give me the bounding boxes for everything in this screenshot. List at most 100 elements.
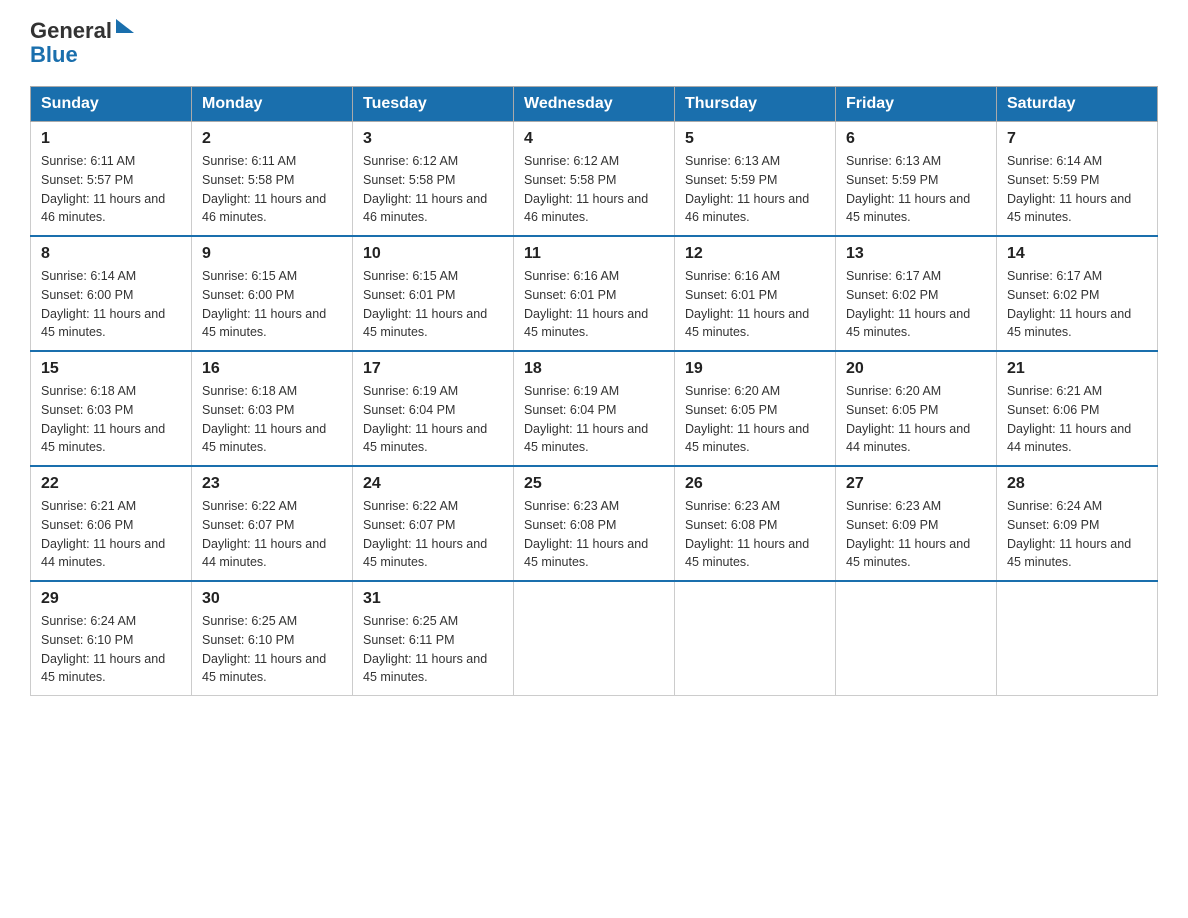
day-number: 9 — [202, 245, 342, 263]
calendar-table: SundayMondayTuesdayWednesdayThursdayFrid… — [30, 86, 1158, 696]
day-info: Sunrise: 6:12 AMSunset: 5:58 PMDaylight:… — [363, 152, 503, 227]
day-number: 20 — [846, 360, 986, 378]
calendar-cell: 23 Sunrise: 6:22 AMSunset: 6:07 PMDaylig… — [192, 466, 353, 581]
day-number: 27 — [846, 475, 986, 493]
calendar-cell: 3 Sunrise: 6:12 AMSunset: 5:58 PMDayligh… — [353, 122, 514, 237]
day-number: 23 — [202, 475, 342, 493]
day-number: 26 — [685, 475, 825, 493]
calendar-cell — [997, 581, 1158, 696]
calendar-cell — [675, 581, 836, 696]
day-number: 28 — [1007, 475, 1147, 493]
calendar-cell: 1 Sunrise: 6:11 AMSunset: 5:57 PMDayligh… — [31, 122, 192, 237]
calendar-cell: 13 Sunrise: 6:17 AMSunset: 6:02 PMDaylig… — [836, 236, 997, 351]
col-header-friday: Friday — [836, 87, 997, 122]
logo-general: General — [30, 20, 112, 42]
calendar-cell: 12 Sunrise: 6:16 AMSunset: 6:01 PMDaylig… — [675, 236, 836, 351]
calendar-week-row: 8 Sunrise: 6:14 AMSunset: 6:00 PMDayligh… — [31, 236, 1158, 351]
calendar-cell: 9 Sunrise: 6:15 AMSunset: 6:00 PMDayligh… — [192, 236, 353, 351]
day-info: Sunrise: 6:16 AMSunset: 6:01 PMDaylight:… — [685, 267, 825, 342]
day-info: Sunrise: 6:14 AMSunset: 6:00 PMDaylight:… — [41, 267, 181, 342]
day-info: Sunrise: 6:15 AMSunset: 6:01 PMDaylight:… — [363, 267, 503, 342]
day-info: Sunrise: 6:15 AMSunset: 6:00 PMDaylight:… — [202, 267, 342, 342]
day-info: Sunrise: 6:17 AMSunset: 6:02 PMDaylight:… — [846, 267, 986, 342]
day-info: Sunrise: 6:11 AMSunset: 5:58 PMDaylight:… — [202, 152, 342, 227]
day-info: Sunrise: 6:22 AMSunset: 6:07 PMDaylight:… — [363, 497, 503, 572]
day-number: 30 — [202, 590, 342, 608]
day-info: Sunrise: 6:21 AMSunset: 6:06 PMDaylight:… — [41, 497, 181, 572]
calendar-cell: 16 Sunrise: 6:18 AMSunset: 6:03 PMDaylig… — [192, 351, 353, 466]
day-info: Sunrise: 6:16 AMSunset: 6:01 PMDaylight:… — [524, 267, 664, 342]
calendar-cell: 10 Sunrise: 6:15 AMSunset: 6:01 PMDaylig… — [353, 236, 514, 351]
calendar-week-row: 1 Sunrise: 6:11 AMSunset: 5:57 PMDayligh… — [31, 122, 1158, 237]
day-number: 15 — [41, 360, 181, 378]
day-number: 31 — [363, 590, 503, 608]
calendar-cell: 14 Sunrise: 6:17 AMSunset: 6:02 PMDaylig… — [997, 236, 1158, 351]
day-info: Sunrise: 6:25 AMSunset: 6:11 PMDaylight:… — [363, 612, 503, 687]
col-header-tuesday: Tuesday — [353, 87, 514, 122]
day-info: Sunrise: 6:24 AMSunset: 6:09 PMDaylight:… — [1007, 497, 1147, 572]
day-info: Sunrise: 6:23 AMSunset: 6:08 PMDaylight:… — [685, 497, 825, 572]
calendar-cell — [836, 581, 997, 696]
day-number: 17 — [363, 360, 503, 378]
day-number: 11 — [524, 245, 664, 263]
day-number: 14 — [1007, 245, 1147, 263]
day-info: Sunrise: 6:20 AMSunset: 6:05 PMDaylight:… — [846, 382, 986, 457]
day-info: Sunrise: 6:25 AMSunset: 6:10 PMDaylight:… — [202, 612, 342, 687]
col-header-thursday: Thursday — [675, 87, 836, 122]
calendar-cell: 18 Sunrise: 6:19 AMSunset: 6:04 PMDaylig… — [514, 351, 675, 466]
day-info: Sunrise: 6:12 AMSunset: 5:58 PMDaylight:… — [524, 152, 664, 227]
day-info: Sunrise: 6:11 AMSunset: 5:57 PMDaylight:… — [41, 152, 181, 227]
calendar-cell: 20 Sunrise: 6:20 AMSunset: 6:05 PMDaylig… — [836, 351, 997, 466]
day-number: 22 — [41, 475, 181, 493]
day-number: 18 — [524, 360, 664, 378]
day-number: 24 — [363, 475, 503, 493]
page-header: General Blue — [30, 20, 1158, 66]
day-info: Sunrise: 6:17 AMSunset: 6:02 PMDaylight:… — [1007, 267, 1147, 342]
calendar-cell: 26 Sunrise: 6:23 AMSunset: 6:08 PMDaylig… — [675, 466, 836, 581]
day-number: 29 — [41, 590, 181, 608]
day-number: 8 — [41, 245, 181, 263]
day-number: 6 — [846, 130, 986, 148]
calendar-cell: 25 Sunrise: 6:23 AMSunset: 6:08 PMDaylig… — [514, 466, 675, 581]
day-info: Sunrise: 6:14 AMSunset: 5:59 PMDaylight:… — [1007, 152, 1147, 227]
calendar-cell — [514, 581, 675, 696]
logo-blue: Blue — [30, 44, 78, 66]
day-info: Sunrise: 6:19 AMSunset: 6:04 PMDaylight:… — [524, 382, 664, 457]
day-number: 12 — [685, 245, 825, 263]
calendar-cell: 30 Sunrise: 6:25 AMSunset: 6:10 PMDaylig… — [192, 581, 353, 696]
day-info: Sunrise: 6:21 AMSunset: 6:06 PMDaylight:… — [1007, 382, 1147, 457]
calendar-cell: 7 Sunrise: 6:14 AMSunset: 5:59 PMDayligh… — [997, 122, 1158, 237]
day-number: 10 — [363, 245, 503, 263]
logo: General Blue — [30, 20, 134, 66]
day-info: Sunrise: 6:13 AMSunset: 5:59 PMDaylight:… — [685, 152, 825, 227]
calendar-cell: 28 Sunrise: 6:24 AMSunset: 6:09 PMDaylig… — [997, 466, 1158, 581]
day-info: Sunrise: 6:22 AMSunset: 6:07 PMDaylight:… — [202, 497, 342, 572]
calendar-cell: 19 Sunrise: 6:20 AMSunset: 6:05 PMDaylig… — [675, 351, 836, 466]
calendar-cell: 11 Sunrise: 6:16 AMSunset: 6:01 PMDaylig… — [514, 236, 675, 351]
day-number: 5 — [685, 130, 825, 148]
calendar-cell: 4 Sunrise: 6:12 AMSunset: 5:58 PMDayligh… — [514, 122, 675, 237]
calendar-cell: 2 Sunrise: 6:11 AMSunset: 5:58 PMDayligh… — [192, 122, 353, 237]
day-info: Sunrise: 6:13 AMSunset: 5:59 PMDaylight:… — [846, 152, 986, 227]
day-number: 2 — [202, 130, 342, 148]
day-info: Sunrise: 6:24 AMSunset: 6:10 PMDaylight:… — [41, 612, 181, 687]
col-header-saturday: Saturday — [997, 87, 1158, 122]
col-header-sunday: Sunday — [31, 87, 192, 122]
calendar-cell: 29 Sunrise: 6:24 AMSunset: 6:10 PMDaylig… — [31, 581, 192, 696]
calendar-cell: 27 Sunrise: 6:23 AMSunset: 6:09 PMDaylig… — [836, 466, 997, 581]
calendar-cell: 17 Sunrise: 6:19 AMSunset: 6:04 PMDaylig… — [353, 351, 514, 466]
col-header-wednesday: Wednesday — [514, 87, 675, 122]
day-info: Sunrise: 6:19 AMSunset: 6:04 PMDaylight:… — [363, 382, 503, 457]
calendar-cell: 6 Sunrise: 6:13 AMSunset: 5:59 PMDayligh… — [836, 122, 997, 237]
calendar-cell: 24 Sunrise: 6:22 AMSunset: 6:07 PMDaylig… — [353, 466, 514, 581]
calendar-cell: 22 Sunrise: 6:21 AMSunset: 6:06 PMDaylig… — [31, 466, 192, 581]
calendar-week-row: 22 Sunrise: 6:21 AMSunset: 6:06 PMDaylig… — [31, 466, 1158, 581]
col-header-monday: Monday — [192, 87, 353, 122]
calendar-cell: 5 Sunrise: 6:13 AMSunset: 5:59 PMDayligh… — [675, 122, 836, 237]
day-number: 21 — [1007, 360, 1147, 378]
calendar-week-row: 15 Sunrise: 6:18 AMSunset: 6:03 PMDaylig… — [31, 351, 1158, 466]
day-number: 3 — [363, 130, 503, 148]
day-number: 1 — [41, 130, 181, 148]
day-number: 16 — [202, 360, 342, 378]
day-number: 19 — [685, 360, 825, 378]
